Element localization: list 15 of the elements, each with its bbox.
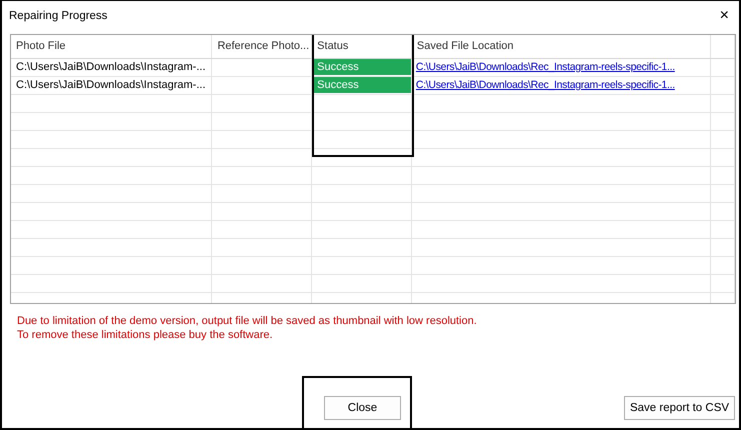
table-cell: C:\Users\JaiB\Downloads\Instagram-... xyxy=(11,59,212,76)
close-button[interactable]: Close xyxy=(324,396,401,420)
column-header[interactable]: Photo File xyxy=(16,35,66,58)
status-cell: Success xyxy=(312,59,412,76)
table-cell: C:\Users\JaiB\Downloads\Instagram-... xyxy=(11,77,212,94)
file-link[interactable]: C:\Users\JaiB\Downloads\Rec_Instagram-reels-specific-1... xyxy=(416,61,675,73)
status-cell: Success xyxy=(312,77,412,94)
save-report-button[interactable]: Save report to CSV xyxy=(624,396,735,420)
notice-text: To remove these limitations please buy the software. xyxy=(17,328,273,342)
notice-text: Due to limitation of the demo version, output file will be saved as thumbnail with low resolution. xyxy=(17,314,477,328)
column-header[interactable]: Saved File Location xyxy=(416,35,514,58)
file-link[interactable]: C:\Users\JaiB\Downloads\Rec_Instagram-reels-specific-1... xyxy=(416,79,675,91)
column-header[interactable]: Reference Photo... xyxy=(217,35,310,58)
column-header[interactable]: Status xyxy=(317,35,348,58)
window-title: Repairing Progress xyxy=(9,10,108,22)
